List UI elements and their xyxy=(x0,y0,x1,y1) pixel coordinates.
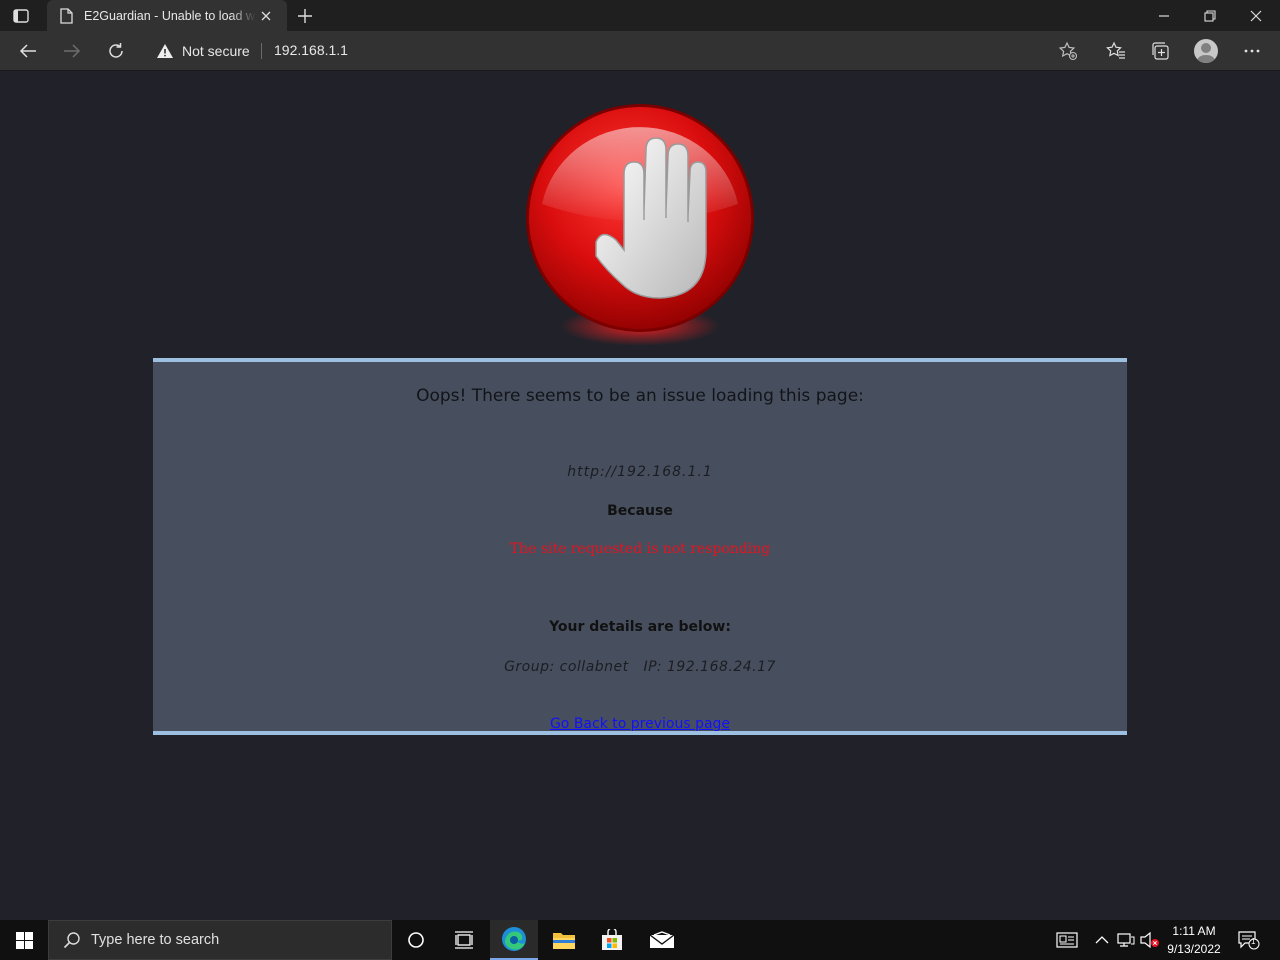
microsoft-store-button[interactable] xyxy=(588,920,636,960)
show-hidden-icons-button[interactable] xyxy=(1092,930,1112,950)
taskbar-search-box[interactable]: Type here to search xyxy=(48,920,392,960)
news-widget-button[interactable] xyxy=(1056,930,1078,950)
mail-envelope-icon xyxy=(649,931,675,948)
mail-button[interactable] xyxy=(638,920,686,960)
close-icon xyxy=(1250,10,1262,21)
minimize-button[interactable] xyxy=(1141,0,1187,31)
tab-actions-icon xyxy=(13,9,29,23)
site-security-indicator[interactable]: Not secure xyxy=(156,40,250,62)
settings-more-button[interactable] xyxy=(1238,37,1266,65)
back-button[interactable] xyxy=(14,37,42,65)
task-view-button[interactable] xyxy=(440,920,488,960)
back-link-container: Go Back to previous page xyxy=(153,716,1127,732)
tab-title: E2Guardian - Unable to load web page xyxy=(84,8,256,23)
tab-close-button[interactable] xyxy=(258,8,274,24)
error-reason: The site requested is not responding xyxy=(509,541,771,557)
refresh-button[interactable] xyxy=(102,37,130,65)
details-label: Your details are below: xyxy=(549,619,731,635)
restore-icon xyxy=(1204,9,1216,22)
arrow-right-icon xyxy=(64,44,81,58)
browser-title-bar: E2Guardian - Unable to load web page xyxy=(0,0,1280,31)
error-heading: Oops! There seems to be an issue loading… xyxy=(416,386,864,406)
edge-taskbar-button[interactable] xyxy=(490,920,538,960)
store-bag-icon xyxy=(602,929,622,950)
favorites-button[interactable] xyxy=(1102,37,1130,65)
security-label: Not secure xyxy=(182,43,250,59)
arrow-left-icon xyxy=(19,44,36,58)
search-placeholder: Type here to search xyxy=(91,932,220,948)
windows-taskbar: Type here to search 1:11 AM 9/13/2022 1 xyxy=(0,920,1280,960)
action-center-button[interactable]: 1 xyxy=(1237,930,1261,950)
cortana-button[interactable] xyxy=(392,920,440,960)
user-details: Group: collabnet IP: 192.168.24.17 xyxy=(504,659,776,675)
refresh-icon xyxy=(109,43,123,58)
speaker-muted-icon xyxy=(1140,932,1159,948)
forward-button[interactable] xyxy=(58,37,86,65)
notification-icon xyxy=(1238,931,1260,950)
new-tab-button[interactable] xyxy=(294,5,316,27)
search-icon xyxy=(63,931,81,949)
windows-logo-icon xyxy=(15,931,33,949)
address-separator xyxy=(261,43,262,59)
page-document-icon xyxy=(60,7,74,24)
news-icon xyxy=(1056,932,1078,948)
add-to-favorites-button[interactable] xyxy=(1054,37,1082,65)
close-icon xyxy=(261,11,271,20)
more-dots-icon xyxy=(1244,49,1260,53)
because-label: Because xyxy=(607,503,673,519)
error-panel: Oops! There seems to be an issue loading… xyxy=(153,358,1127,735)
tab-actions-menu-button[interactable] xyxy=(10,6,32,26)
volume-button[interactable] xyxy=(1140,930,1160,950)
network-icon xyxy=(1117,933,1135,947)
collections-icon xyxy=(1152,42,1169,60)
edge-browser-icon xyxy=(502,927,526,951)
clock-date: 9/13/2022 xyxy=(1167,942,1221,956)
stop-hand-icon xyxy=(526,104,754,346)
go-back-link[interactable]: Go Back to previous page xyxy=(550,716,730,732)
profile-avatar[interactable] xyxy=(1194,39,1218,63)
minimize-icon xyxy=(1159,14,1169,17)
user-icon xyxy=(1196,43,1216,63)
start-button[interactable] xyxy=(0,920,48,960)
plus-icon xyxy=(298,9,312,23)
task-view-icon xyxy=(455,931,473,949)
warning-icon xyxy=(157,44,173,58)
star-add-icon xyxy=(1058,41,1078,61)
browser-toolbar: Not secure 192.168.1.1 xyxy=(0,31,1280,71)
folder-icon xyxy=(553,933,575,949)
address-bar-url[interactable]: 192.168.1.1 xyxy=(274,42,348,58)
chevron-up-icon xyxy=(1095,936,1109,944)
favorites-icon xyxy=(1106,41,1125,59)
network-status-button[interactable] xyxy=(1116,930,1136,950)
system-clock[interactable]: 1:11 AM 9/13/2022 xyxy=(1162,922,1226,958)
clock-time: 1:11 AM xyxy=(1172,924,1216,938)
cortana-circle-icon xyxy=(408,932,424,948)
blocked-url: http://192.168.1.1 xyxy=(567,464,713,480)
restore-button[interactable] xyxy=(1187,0,1233,31)
close-window-button[interactable] xyxy=(1233,0,1279,31)
collections-button[interactable] xyxy=(1146,37,1174,65)
browser-tab[interactable]: E2Guardian - Unable to load web page xyxy=(47,0,287,31)
notification-count: 1 xyxy=(1251,937,1256,946)
file-explorer-button[interactable] xyxy=(540,920,588,960)
